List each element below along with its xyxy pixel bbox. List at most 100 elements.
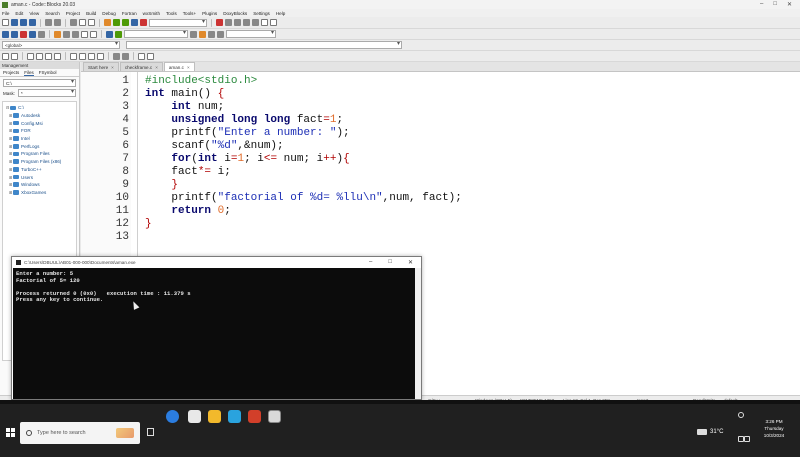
forward-icon[interactable]: [11, 30, 18, 38]
mask-combo[interactable]: *: [18, 89, 76, 97]
console-close-button[interactable]: ✕: [408, 259, 413, 266]
paste-icon[interactable]: [88, 19, 95, 26]
find-prev-icon[interactable]: [90, 30, 97, 38]
file-explorer-icon[interactable]: [208, 410, 221, 423]
console-window[interactable]: C:\Users\DBUUL\AB01-000-000\Documents\am…: [11, 256, 422, 400]
taskbar-search-box[interactable]: Type here to search: [20, 422, 140, 444]
editor-tab[interactable]: Start here ×: [83, 62, 119, 71]
editor-tab[interactable]: aman.c ×: [163, 62, 195, 71]
zoom-icon[interactable]: [190, 30, 197, 38]
code-line[interactable]: int main() {: [145, 88, 224, 101]
menu-item-build[interactable]: Build: [86, 11, 96, 16]
edge-browser-icon[interactable]: [166, 410, 179, 423]
code-line[interactable]: unsigned long long fact=1;: [145, 114, 343, 127]
menu-item-file[interactable]: File: [2, 11, 9, 16]
tree-item[interactable]: ⊟ C:\: [3, 104, 76, 112]
cut-icon[interactable]: [70, 19, 77, 26]
weather-widget[interactable]: 31°C: [697, 429, 723, 435]
settings-icon[interactable]: [217, 30, 224, 38]
search-icon[interactable]: [63, 30, 70, 38]
menu-item-help[interactable]: Help: [276, 11, 285, 16]
expand-toggle-icon[interactable]: ⊞: [9, 167, 12, 172]
menu-item-debug[interactable]: Debug: [102, 11, 116, 16]
save-icon[interactable]: [20, 19, 27, 26]
mail-icon[interactable]: [228, 410, 241, 423]
maximize-button[interactable]: □: [773, 1, 777, 8]
tree-item[interactable]: ⊞ Program Files: [3, 150, 76, 158]
abort-icon[interactable]: [140, 19, 147, 26]
tree-item[interactable]: ⊞ Program Files (x86): [3, 158, 76, 166]
expand-toggle-icon[interactable]: ⊞: [9, 144, 12, 149]
code-line[interactable]: printf("factorial of %d= %llu\n",num, fa…: [145, 192, 461, 205]
dollar-icon[interactable]: [138, 52, 145, 60]
indent-icon[interactable]: [45, 52, 52, 60]
unindent-icon[interactable]: [54, 52, 61, 60]
redo-icon[interactable]: [54, 19, 61, 26]
step-out-icon[interactable]: [252, 19, 259, 26]
tree-item[interactable]: ⊞ Users: [3, 173, 76, 181]
next-line-icon[interactable]: [234, 19, 241, 26]
code-line[interactable]: fact*= i;: [145, 166, 230, 179]
menu-item-wxsmith[interactable]: wxSmith: [143, 11, 160, 16]
jump-icon[interactable]: [29, 30, 36, 38]
code-line[interactable]: #include<stdio.h>: [145, 75, 257, 88]
tree-item[interactable]: ⊞ TurboC++: [3, 166, 76, 174]
taskbar-clock[interactable]: 3:26 PM Thursday 10/3/2024: [754, 418, 794, 439]
notifications-icon[interactable]: [738, 412, 744, 418]
find-next-icon[interactable]: [81, 30, 88, 38]
zoom-out-icon[interactable]: [122, 52, 129, 60]
menu-item-project[interactable]: Project: [66, 11, 80, 16]
code-line[interactable]: int num;: [145, 101, 224, 114]
editor-tab[interactable]: checkframe.c ×: [119, 62, 163, 71]
doxyblocks-icon[interactable]: [106, 30, 113, 38]
menu-item-plugins[interactable]: Plugins: [202, 11, 217, 16]
tree-item[interactable]: ⊞ Intel: [3, 135, 76, 143]
stream-icon[interactable]: [79, 52, 86, 60]
menu-item-doxyblocks[interactable]: DoxyBlocks: [223, 11, 247, 16]
debug-windows-icon[interactable]: [261, 19, 268, 26]
close-tab-icon[interactable]: ×: [155, 65, 158, 70]
tab-fsymbol[interactable]: FSymbol: [39, 70, 57, 75]
new-file-icon[interactable]: [2, 19, 9, 26]
expand-toggle-icon[interactable]: ⊞: [9, 190, 12, 195]
format-icon[interactable]: [11, 52, 18, 60]
run-icon[interactable]: [113, 19, 120, 26]
code-line[interactable]: return 0;: [145, 205, 230, 218]
code-completion-combo[interactable]: [124, 30, 188, 38]
zoom-in-icon[interactable]: [113, 52, 120, 60]
back-icon[interactable]: [2, 30, 9, 38]
menu-item-tools[interactable]: Tools: [166, 11, 177, 16]
menu-item-search[interactable]: Search: [45, 11, 60, 16]
code-line[interactable]: for(int i=1; i<= num; i++){: [145, 153, 349, 166]
menu-item-edit[interactable]: Edit: [15, 11, 23, 16]
close-tab-icon[interactable]: ×: [187, 65, 190, 70]
widgets-icon[interactable]: [188, 410, 201, 423]
expand-toggle-icon[interactable]: ⊞: [9, 182, 12, 187]
menu-item-settings[interactable]: Settings: [253, 11, 270, 16]
system-tray[interactable]: [732, 412, 754, 452]
tree-item[interactable]: ⊞ FOR: [3, 127, 76, 135]
menu-item-fortran[interactable]: Fortran: [122, 11, 137, 16]
build-target-combo[interactable]: [149, 18, 207, 27]
copy-icon[interactable]: [79, 19, 86, 26]
expand-toggle-icon[interactable]: ⊞: [9, 121, 12, 126]
expand-toggle-icon[interactable]: ⊟: [6, 105, 9, 110]
highlight-icon[interactable]: [54, 30, 61, 38]
rebuild-icon[interactable]: [131, 19, 138, 26]
code-line[interactable]: scanf("%d",&num);: [145, 140, 283, 153]
console-maximize-button[interactable]: □: [388, 259, 392, 266]
step-into-icon[interactable]: [243, 19, 250, 26]
close-tab-icon[interactable]: ×: [111, 65, 114, 70]
search-combo[interactable]: [226, 30, 276, 38]
undo-icon[interactable]: [45, 19, 52, 26]
code-line[interactable]: printf("Enter a number: ");: [145, 127, 349, 140]
run-to-cursor-icon[interactable]: [225, 19, 232, 26]
tree-item[interactable]: ⊞ PerfLogs: [3, 142, 76, 150]
comment-icon[interactable]: [27, 52, 34, 60]
minimize-button[interactable]: –: [760, 1, 763, 8]
match-icon[interactable]: [38, 30, 45, 38]
uncomment-icon[interactable]: [36, 52, 43, 60]
expand-toggle-icon[interactable]: ⊞: [9, 128, 12, 133]
expand-toggle-icon[interactable]: ⊞: [9, 151, 12, 156]
toggle-icon[interactable]: [2, 52, 9, 60]
